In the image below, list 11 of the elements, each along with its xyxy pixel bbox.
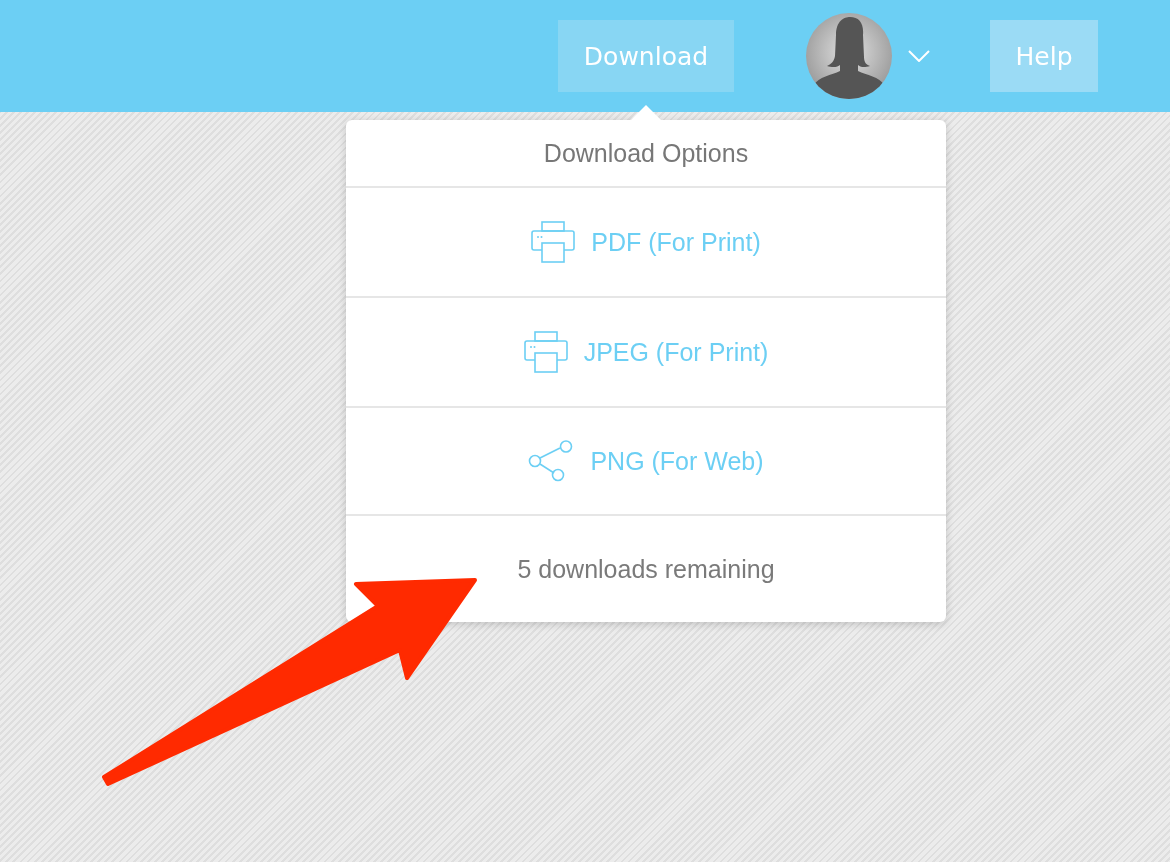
printer-icon xyxy=(531,221,576,263)
downloads-remaining-text: 5 downloads remaining xyxy=(517,554,775,584)
menu-title: Download Options xyxy=(543,138,749,168)
download-option[interactable]: PDF (For Print) xyxy=(346,188,946,298)
help-button[interactable]: Help xyxy=(990,20,1098,92)
download-button[interactable]: Download xyxy=(558,20,734,92)
user-avatar-icon[interactable] xyxy=(806,13,892,99)
download-option[interactable]: PNG (For Web) xyxy=(346,408,946,516)
share-icon xyxy=(528,440,575,482)
printer-icon xyxy=(523,331,568,373)
download-option[interactable]: JPEG (For Print) xyxy=(346,298,946,408)
